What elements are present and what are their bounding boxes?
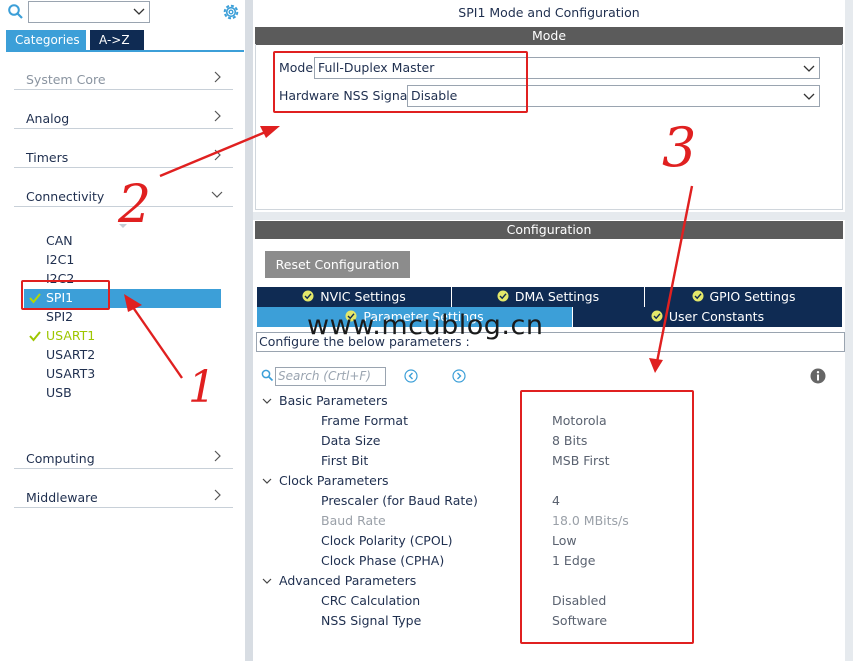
peripheral-usart2[interactable]: USART2 <box>46 346 95 364</box>
annotation-box-values <box>520 390 694 644</box>
tab-nvic-settings[interactable]: NVIC Settings <box>257 287 452 307</box>
param-name: Clock Polarity (CPOL) <box>321 533 453 548</box>
param-name: Data Size <box>321 433 381 448</box>
parameter-search-input[interactable]: Search (Crtl+F) <box>275 367 386 386</box>
chevron-down-icon[interactable] <box>262 396 272 406</box>
check-circle-icon <box>651 310 663 322</box>
param-name: CRC Calculation <box>321 593 421 608</box>
category-label: Connectivity <box>26 189 105 204</box>
chevron-right-icon <box>214 149 221 161</box>
chevron-down-icon <box>211 191 223 198</box>
group-clock-parameters[interactable]: Clock Parameters <box>279 473 388 488</box>
param-name: Baud Rate <box>321 513 386 528</box>
peripheral-i2c1[interactable]: I2C1 <box>46 251 74 269</box>
tab-categories[interactable]: Categories <box>6 30 86 50</box>
chevron-down-icon[interactable] <box>132 4 146 18</box>
category-label: System Core <box>26 72 106 87</box>
peripheral-usb[interactable]: USB <box>46 384 72 402</box>
section-separator <box>253 212 845 220</box>
param-name: NSS Signal Type <box>321 613 422 628</box>
page-title: SPI1 Mode and Configuration <box>458 5 640 20</box>
param-name: Prescaler (for Baud Rate) <box>321 493 478 508</box>
category-system-core[interactable]: System Core <box>14 62 233 90</box>
category-label: Middleware <box>26 490 98 505</box>
check-circle-icon <box>692 290 703 302</box>
configuration-band: Configuration <box>255 221 843 239</box>
check-icon <box>29 331 41 342</box>
annotation-box-spi1 <box>21 280 110 310</box>
search-icon <box>261 369 274 382</box>
tab-label: DMA Settings <box>514 289 600 304</box>
tab-dma-settings[interactable]: DMA Settings <box>452 287 645 307</box>
param-name: Clock Phase (CPHA) <box>321 553 445 568</box>
search-icon[interactable] <box>7 3 25 21</box>
group-basic-parameters[interactable]: Basic Parameters <box>279 393 388 408</box>
chevron-down-icon[interactable] <box>262 576 272 586</box>
info-icon[interactable] <box>810 368 826 384</box>
category-label: Computing <box>26 451 95 466</box>
group-advanced-parameters[interactable]: Advanced Parameters <box>279 573 416 588</box>
peripheral-usart1[interactable]: USART1 <box>46 327 95 345</box>
annotation-box-mode <box>273 51 528 113</box>
tab-user-constants[interactable]: User Constants <box>573 307 843 327</box>
mode-band: Mode <box>255 27 843 45</box>
arrow-right-icon[interactable] <box>452 369 466 383</box>
scroll-up-icon[interactable] <box>118 216 128 230</box>
category-timers[interactable]: Timers <box>14 140 233 168</box>
arrow-left-icon[interactable] <box>404 369 418 383</box>
param-name: Frame Format <box>321 413 408 428</box>
right-edge-scrollbar[interactable] <box>845 0 853 661</box>
category-middleware[interactable]: Middleware <box>14 480 233 508</box>
category-tabbar: Categories A->Z <box>6 30 244 52</box>
peripheral-can[interactable]: CAN <box>46 232 73 250</box>
tab-gpio-settings[interactable]: GPIO Settings <box>645 287 843 307</box>
category-analog[interactable]: Analog <box>14 101 233 129</box>
check-circle-icon <box>302 290 314 302</box>
category-connectivity[interactable]: Connectivity <box>14 179 233 207</box>
peripheral-spi2[interactable]: SPI2 <box>46 308 73 326</box>
chevron-down-icon <box>803 93 815 100</box>
tab-label: GPIO Settings <box>709 289 796 304</box>
param-name: First Bit <box>321 453 369 468</box>
peripheral-usart3[interactable]: USART3 <box>46 365 95 383</box>
reset-configuration-button[interactable]: Reset Configuration <box>265 251 410 278</box>
chevron-right-icon <box>214 71 221 83</box>
chevron-down-icon[interactable] <box>262 476 272 486</box>
category-computing[interactable]: Computing <box>14 441 233 469</box>
tab-a-to-z[interactable]: A->Z <box>90 30 144 50</box>
categories-panel: Categories A->Z System Core Analog Timer… <box>0 0 245 661</box>
category-label: Timers <box>26 150 69 165</box>
tab-label: NVIC Settings <box>320 289 406 304</box>
chevron-right-icon <box>214 489 221 501</box>
chevron-right-icon <box>214 110 221 122</box>
watermark-text: www.mcublog.cn <box>307 310 544 341</box>
search-combobox[interactable] <box>28 1 150 23</box>
tab-label: User Constants <box>668 309 765 324</box>
chevron-right-icon <box>214 450 221 462</box>
chevron-down-icon <box>803 65 815 72</box>
category-label: Analog <box>26 111 70 126</box>
pane-splitter[interactable] <box>245 0 253 661</box>
check-circle-icon <box>497 290 509 302</box>
gear-icon[interactable] <box>221 2 241 22</box>
